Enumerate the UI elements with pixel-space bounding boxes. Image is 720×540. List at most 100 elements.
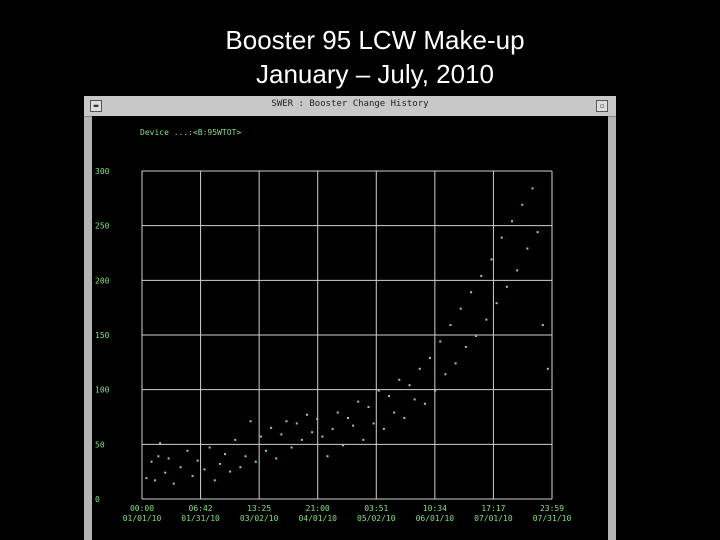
data-point bbox=[429, 356, 431, 359]
data-point bbox=[179, 466, 182, 469]
data-point bbox=[495, 302, 498, 305]
data-point bbox=[475, 335, 478, 337]
data-point bbox=[367, 406, 370, 409]
data-point bbox=[164, 471, 167, 474]
data-point bbox=[444, 373, 447, 376]
data-point bbox=[336, 411, 339, 414]
x-tick-time: 13:25 bbox=[247, 504, 271, 513]
data-point bbox=[516, 269, 519, 272]
x-tick-date: 04/01/10 bbox=[298, 514, 337, 523]
data-point bbox=[449, 324, 452, 327]
data-point bbox=[388, 395, 390, 398]
data-point bbox=[145, 477, 148, 480]
x-tick-time: 21:00 bbox=[306, 504, 330, 513]
data-point bbox=[224, 453, 226, 456]
data-point bbox=[311, 431, 314, 434]
x-tick-time: 03:51 bbox=[364, 504, 388, 513]
y-tick-label: 0 bbox=[95, 495, 100, 504]
window-title: SWER : Booster Change History bbox=[271, 99, 429, 109]
data-point bbox=[546, 367, 549, 370]
data-point bbox=[290, 446, 293, 449]
data-point bbox=[300, 438, 303, 441]
data-point bbox=[352, 424, 355, 427]
data-point bbox=[382, 427, 385, 430]
data-point bbox=[485, 318, 488, 321]
data-point bbox=[275, 457, 278, 460]
data-point bbox=[490, 258, 493, 261]
data-point bbox=[505, 285, 508, 288]
data-point bbox=[526, 247, 529, 250]
data-point bbox=[347, 417, 349, 419]
x-tick-date: 07/31/10 bbox=[533, 514, 572, 523]
y-tick-label: 100 bbox=[95, 386, 110, 395]
data-point bbox=[480, 274, 483, 277]
chart-window: ▬ SWER : Booster Change History ▫ Device… bbox=[84, 96, 616, 540]
data-point bbox=[295, 422, 298, 425]
data-point bbox=[167, 457, 170, 460]
slide-title-line2: January – July, 2010 bbox=[256, 59, 494, 89]
data-point bbox=[541, 324, 544, 327]
data-point bbox=[285, 420, 288, 423]
data-point bbox=[536, 231, 539, 234]
x-tick-date: 07/01/10 bbox=[474, 514, 513, 523]
data-point bbox=[270, 426, 273, 429]
x-tick-time: 00:00 bbox=[130, 504, 154, 513]
data-point bbox=[341, 444, 344, 447]
data-point bbox=[413, 398, 416, 401]
data-point bbox=[357, 400, 360, 403]
data-point bbox=[150, 460, 153, 463]
data-point bbox=[521, 203, 524, 206]
data-point bbox=[196, 459, 199, 462]
data-point bbox=[191, 474, 194, 477]
data-point bbox=[208, 446, 211, 449]
chart-svg: 300 250 200 150 100 50 0 00:0001/01/10 06:4201/3… bbox=[95, 167, 572, 523]
data-point bbox=[172, 482, 175, 485]
data-point bbox=[418, 367, 421, 370]
data-point bbox=[306, 413, 308, 416]
x-tick-date: 01/31/10 bbox=[181, 514, 220, 523]
data-point bbox=[362, 438, 365, 441]
data-point bbox=[159, 442, 162, 445]
data-point bbox=[280, 433, 283, 436]
y-tick-label: 200 bbox=[95, 276, 110, 285]
data-point bbox=[244, 455, 247, 458]
window-titlebar[interactable]: ▬ SWER : Booster Change History ▫ bbox=[84, 96, 616, 117]
data-point bbox=[249, 420, 252, 423]
x-tick-date: 05/02/10 bbox=[357, 514, 396, 523]
data-point bbox=[439, 340, 442, 343]
data-point bbox=[531, 187, 534, 190]
data-point bbox=[470, 291, 472, 294]
data-point bbox=[259, 435, 262, 438]
y-tick-label: 50 bbox=[95, 440, 105, 449]
data-point bbox=[326, 455, 329, 458]
x-tick-time: 06:42 bbox=[189, 504, 213, 513]
data-point bbox=[331, 427, 334, 430]
data-point bbox=[403, 417, 406, 419]
x-tick-date: 06/01/10 bbox=[416, 514, 455, 523]
data-point bbox=[423, 402, 426, 405]
slide-title-line1: Booster 95 LCW Make-up bbox=[225, 25, 525, 55]
data-point bbox=[157, 455, 160, 458]
data-point bbox=[229, 470, 232, 473]
data-point bbox=[153, 479, 156, 482]
data-point bbox=[321, 435, 324, 438]
data-point bbox=[434, 389, 437, 392]
data-point bbox=[464, 345, 467, 348]
data-point bbox=[213, 479, 216, 482]
data-point bbox=[398, 378, 401, 381]
x-tick-date: 03/02/10 bbox=[240, 514, 279, 523]
y-tick-label: 300 bbox=[95, 167, 110, 176]
y-tick-label: 150 bbox=[95, 331, 110, 340]
maximize-icon[interactable]: ▫ bbox=[596, 100, 608, 112]
data-point bbox=[393, 411, 396, 414]
x-tick-time: 17:17 bbox=[481, 504, 505, 513]
y-tick-label: 250 bbox=[95, 222, 110, 231]
data-point bbox=[511, 220, 513, 223]
x-tick-date: 01/01/10 bbox=[123, 514, 162, 523]
data-point bbox=[218, 462, 221, 465]
plot-area: Device ...:<B:95WTOT> 300 250 200 150 100 50 0… bbox=[92, 116, 608, 540]
data-point bbox=[239, 466, 242, 469]
data-point bbox=[377, 389, 380, 392]
data-point bbox=[316, 418, 319, 421]
data-point bbox=[408, 384, 411, 387]
